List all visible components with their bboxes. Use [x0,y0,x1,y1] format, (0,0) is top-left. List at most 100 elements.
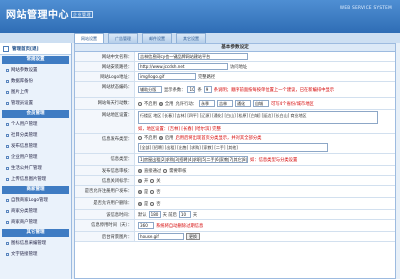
site-domain-input[interactable]: http://www.jccdsh.net [138,63,228,70]
row-allow-post: 是否允许注册用户发布： 是 否 [75,186,395,198]
days-input[interactable]: 180 [148,211,161,218]
row-area-cats: 网站地区设置： 行楼区 地区 [长春] [吉林] [四平] [辽源] [通化] … [75,110,395,134]
sidebar-home-label: 管理首页[退] [12,46,39,52]
bullet-icon [6,253,9,256]
sidebar-item-label: 生活公共广管理 [11,166,42,171]
radio-label: 不启用 [144,101,157,107]
city-input-2[interactable]: 吉林 [216,100,233,107]
bullet-icon [6,91,9,94]
city-input-4[interactable]: 自城 [252,100,269,107]
radio-label: 是 [144,189,149,195]
bullet-icon [6,221,9,224]
sidebar-item-posted-info[interactable]: 发布信息管理 [0,141,71,152]
field-note: 访问地址 [230,64,248,70]
sidebar-item-merchant-accounts[interactable]: 商家商户管理 [0,217,71,228]
radio-enable[interactable] [158,101,163,106]
tab-site-settings[interactable]: 网站设置 [74,33,104,43]
sidebar-item-admin-settings[interactable]: 管理员设置 [0,98,71,109]
radio-no[interactable] [150,201,155,206]
tab-mail-settings[interactable]: 邮件设置 [142,33,172,43]
site-logo: 网站管理中心 企业管理 [6,6,93,21]
settings-panel: 基本参数设定 网站中文名称： 吉林信息网cy也一键品牌网站建站平台 网站安装路径… [74,43,396,279]
tab-ad-management[interactable]: 广告管理 [108,33,138,43]
field-label: 后台背景图片： [75,232,135,241]
field-prefix: 默认 [138,212,147,218]
days2-input[interactable]: 10 [178,211,191,218]
bullet-icon [6,178,9,181]
field-note-red: 启用后将出现首页分类显示，并对其全部分类 [175,136,262,141]
logo-text: 网站管理中心 [6,10,69,21]
sidebar-item-merchant-categories[interactable]: 商家分类管理 [0,206,71,217]
city-input-3[interactable]: 通化 [234,100,251,107]
sidebar-item-label: 图标信息采编管理 [11,241,47,246]
radio-label: 需要审核 [169,168,187,174]
field-label: 信息停用时间（天）： [75,220,135,231]
logo-tag: 企业管理 [71,11,93,18]
sidebar-item-text-links[interactable]: 文字链接管理 [0,249,71,260]
expire-days-input[interactable]: 360 [138,222,154,229]
row-page-size: 网站状态编码： 辅助分版 显示条数： 10 条 9 条说明；顺序前面按每按单位置… [75,82,395,98]
row-audit: 发布信息审核： 直接通过 需要审核 [75,166,395,176]
sidebar-item-label: 商家分类管理 [11,209,38,214]
page-count2-input[interactable]: 9 [203,86,212,93]
radio-yes[interactable] [138,189,142,194]
radio-direct-pass[interactable] [138,168,142,173]
radio-no[interactable] [150,189,155,194]
radio-on[interactable] [138,178,142,183]
radio-need-audit[interactable] [163,168,168,173]
sidebar-group-other[interactable]: 其它管理 [2,229,69,237]
field-label: 该信息时间： [75,210,135,219]
radio-label: 全用 [164,101,174,107]
radio-disable[interactable] [138,101,142,106]
sidebar-item-uploaded-images[interactable]: 上传信息图片管理 [0,174,71,185]
page-count-input[interactable]: 10 [187,86,196,93]
sidebar-group-members[interactable]: 会员管理 [2,110,69,118]
bullet-icon [6,199,9,202]
bullet-icon [6,242,9,245]
bullet-icon [6,123,9,126]
radio-yes[interactable] [138,201,142,206]
sidebar-item-company-users[interactable]: 企业用户管理 [0,152,71,163]
admin-bg-input[interactable]: house.gif [138,233,184,240]
bullet-icon [6,69,9,72]
site-logo-input[interactable]: img/logo.gif [138,73,196,80]
city-input-1[interactable]: 永季 [198,100,215,107]
sidebar-item-site-params[interactable]: 网站参数设置 [0,65,71,76]
field-label: 信息关闭标示： [75,176,135,185]
sidebar-group-merchants[interactable]: 商家管理 [2,186,69,194]
sidebar-item-image-upload[interactable]: 图片上传 [0,87,71,98]
sidebar-item-label: 个人用户管理 [11,122,38,127]
sidebar-item-life-ads[interactable]: 生活公共广管理 [0,163,71,174]
sidebar-item-db-backup[interactable]: 数据库备份 [0,76,71,87]
change-bg-button[interactable]: 更换 [186,233,200,240]
sidebar-item-label: 图片上传 [11,90,29,95]
radio-off[interactable] [150,178,155,183]
sidebar-item-label: 自我商家Logo管理 [11,198,48,203]
sidebar-home[interactable]: 管理首页[退] [0,43,71,55]
index-categories-textarea[interactable]: [全部] [招聘] [出租] [出售] [求购] [家教] [二手] [其他] [138,143,328,152]
field-label: 是否允许注册用户发布： [75,186,135,197]
sidebar-item-label: 社目分类管理 [11,133,38,138]
sidebar: 管理首页[退] 常规设置 网站参数设置 数据库备份 图片上传 管理员设置 会员管… [0,43,72,279]
sidebar-item-personal-users[interactable]: 个人用户管理 [0,119,71,130]
radio-label: 关 [156,178,161,184]
radio-disable[interactable] [138,136,142,140]
tab-other-settings[interactable]: 其它设置 [176,33,206,43]
area-categories-textarea[interactable]: 行楼区 地区 [长春] [吉林] [四平] [辽源] [通化] [白山] [松原… [138,111,378,124]
info-types-input[interactable]: 1|房屋出租|2|求购|3|招聘|4|求职|5|二手|6|家教|7|其它|8|其… [138,156,248,163]
sidebar-group-general[interactable]: 常规设置 [2,56,69,64]
sidebar-item-categories[interactable]: 社目分类管理 [0,130,71,141]
radio-enable[interactable] [158,136,163,140]
sidebar-item-label: 数据库备份 [11,79,33,84]
radio-label: 不启用 [144,136,157,141]
sidebar-item-label: 上传信息图片管理 [11,177,47,182]
status-select[interactable]: 辅助分版 [138,86,162,93]
field-sub-label: 允许行动： [175,101,197,107]
sidebar-item-merchant-logo[interactable]: 自我商家Logo管理 [0,195,71,206]
sidebar-item-icon-info[interactable]: 图标信息采编管理 [0,238,71,249]
row-admin-bg: 后台背景图片： house.gif 更换 [75,232,395,242]
field-label: 网站中文名称： [75,52,135,61]
site-name-input[interactable]: 吉林信息网cy也一键品牌网站建站平台 [138,53,248,60]
row-ad-limit: 网站每天行动数： 不启用 全用 允许行动： 永季 吉林 通化 自城 可写4个省份… [75,98,395,110]
bullet-icon [6,156,9,159]
